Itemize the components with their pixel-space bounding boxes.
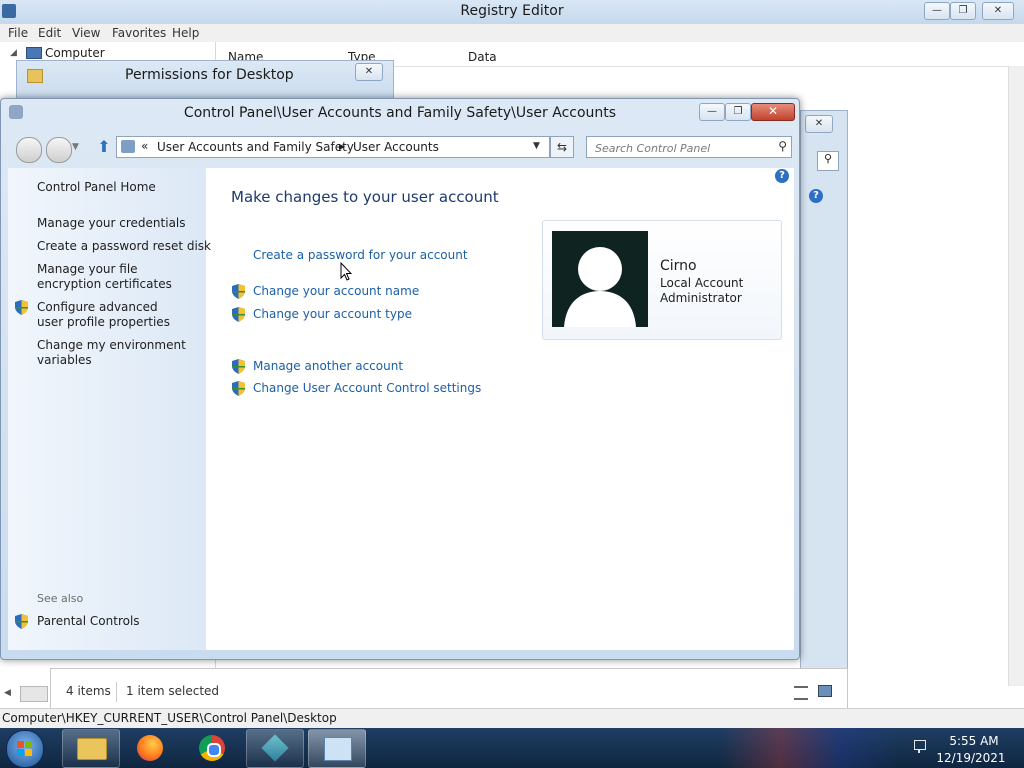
computer-icon <box>26 47 42 59</box>
change-account-name-link[interactable]: Change your account name <box>253 284 419 299</box>
items-count: 4 items <box>66 684 111 698</box>
registry-maximize-button[interactable]: ❐ <box>950 2 976 20</box>
up-arrow-icon[interactable]: ⬆ <box>94 137 114 157</box>
taskbar-registry-editor[interactable] <box>246 729 304 768</box>
clock-date[interactable]: 12/19/2021 <box>936 751 1006 765</box>
parental-controls-link[interactable]: Parental Controls <box>37 614 140 629</box>
taskbar-firefox[interactable] <box>122 729 180 768</box>
refresh-icon[interactable]: ⇆ <box>550 136 574 158</box>
registry-app-icon <box>2 4 16 18</box>
uac-shield-icon <box>232 307 245 322</box>
details-view-icon[interactable] <box>794 686 808 700</box>
taskbar-control-panel[interactable] <box>308 729 366 768</box>
tree-root-computer[interactable]: Computer <box>45 46 105 60</box>
uac-shield-icon <box>232 381 245 396</box>
menu-favorites[interactable]: Favorites <box>112 26 166 40</box>
create-password-link[interactable]: Create a password for your account <box>253 248 468 263</box>
registry-title: Registry Editor <box>460 3 564 19</box>
help-icon[interactable]: ? <box>775 169 789 183</box>
network-icon[interactable] <box>912 738 928 754</box>
registry-vertical-scrollbar[interactable] <box>1008 66 1024 686</box>
menu-view[interactable]: View <box>72 26 100 40</box>
breadcrumb-user-accounts[interactable]: User Accounts <box>353 140 439 154</box>
taskbar-wallpaper-decoration <box>720 728 900 768</box>
search-box[interactable]: ⚲ <box>586 136 792 158</box>
permissions-dialog[interactable]: Permissions for Desktop ✕ <box>16 60 394 102</box>
start-button[interactable] <box>6 730 44 768</box>
page-heading: Make changes to your user account <box>231 188 499 206</box>
uac-shield-icon <box>232 359 245 374</box>
column-data[interactable]: Data <box>468 50 497 64</box>
menu-help[interactable]: Help <box>172 26 199 40</box>
chrome-icon <box>199 735 225 761</box>
registry-cubes-icon <box>261 734 289 762</box>
search-icon[interactable]: ⚲ <box>778 139 787 153</box>
search-input[interactable] <box>593 139 765 157</box>
manage-another-account-link[interactable]: Manage another account <box>253 359 403 374</box>
create-password-reset-disk-link[interactable]: Create a password reset disk <box>37 239 211 254</box>
tree-expand-icon[interactable]: ◢ <box>10 48 17 58</box>
taskbar-file-explorer[interactable] <box>62 729 120 768</box>
horizontal-scrollbar-thumb[interactable] <box>20 686 48 702</box>
forward-button[interactable] <box>46 137 72 163</box>
change-account-type-link[interactable]: Change your account type <box>253 307 412 322</box>
address-bar[interactable]: « User Accounts and Family Safety ▶ User… <box>116 136 550 158</box>
background-explorer-close-button[interactable]: ✕ <box>805 115 833 133</box>
registry-menu-bar: File Edit View Favorites Help <box>0 24 1024 42</box>
user-account-type: Local Account <box>660 276 744 290</box>
control-panel-home-link[interactable]: Control Panel Home <box>37 180 156 195</box>
permissions-dialog-title: Permissions for Desktop <box>125 67 294 83</box>
horizontal-scroll-left-icon[interactable]: ◀ <box>4 688 11 698</box>
registry-close-button[interactable]: ✕ <box>982 2 1014 20</box>
user-role: Administrator <box>660 291 742 305</box>
status-divider <box>116 682 117 702</box>
menu-file[interactable]: File <box>8 26 28 40</box>
see-also-heading: See also <box>37 592 84 605</box>
uac-shield-icon <box>15 614 28 629</box>
control-panel-icon <box>121 140 135 153</box>
registry-title-bar[interactable]: Registry Editor — ❐ ✕ <box>0 0 1024 24</box>
firefox-icon <box>137 735 163 761</box>
breadcrumb-separator-icon[interactable]: ▶ <box>339 142 345 151</box>
change-environment-variables-link[interactable]: Change my environment variables <box>37 338 187 368</box>
minimize-button[interactable]: — <box>699 103 725 121</box>
uac-shield-icon <box>15 300 28 315</box>
manage-file-encryption-link[interactable]: Manage your file encryption certificates <box>37 262 197 292</box>
control-panel-icon <box>324 737 352 761</box>
permissions-close-button[interactable]: ✕ <box>355 63 383 81</box>
configure-advanced-profile-link[interactable]: Configure advanced user profile properti… <box>37 300 187 330</box>
background-help-icon[interactable]: ? <box>809 189 823 203</box>
large-icons-view-icon[interactable] <box>818 685 832 697</box>
registry-minimize-button[interactable]: — <box>924 2 950 20</box>
user-name: Cirno <box>660 258 697 274</box>
background-search-icon[interactable]: ⚲ <box>817 151 839 171</box>
change-uac-settings-link[interactable]: Change User Account Control settings <box>253 381 481 396</box>
user-silhouette-icon <box>564 247 636 327</box>
taskbar-chrome[interactable] <box>184 729 242 768</box>
folder-icon <box>27 69 43 83</box>
mouse-cursor-icon <box>340 262 352 281</box>
uac-shield-icon <box>232 284 245 299</box>
registry-status-path: Computer\HKEY_CURRENT_USER\Control Panel… <box>2 711 337 725</box>
back-button[interactable] <box>16 137 42 163</box>
address-dropdown-icon[interactable]: ▼ <box>533 141 540 151</box>
breadcrumb-user-accounts-family-safety[interactable]: User Accounts and Family Safety <box>157 140 354 154</box>
menu-edit[interactable]: Edit <box>38 26 61 40</box>
background-explorer-window: ✕ ⚲ ? <box>800 110 848 712</box>
folder-icon <box>77 738 107 760</box>
windows-logo-icon <box>17 741 33 757</box>
clock-time[interactable]: 5:55 AM <box>942 734 1006 748</box>
breadcrumb-overflow-chevron[interactable]: « <box>141 139 148 153</box>
avatar[interactable] <box>552 231 648 327</box>
recent-pages-dropdown-icon[interactable]: ▼ <box>72 142 79 152</box>
control-panel-title: Control Panel\User Accounts and Family S… <box>183 105 617 121</box>
close-button[interactable]: ✕ <box>751 103 795 121</box>
items-selected: 1 item selected <box>126 684 220 698</box>
maximize-button[interactable]: ❐ <box>725 103 751 121</box>
manage-credentials-link[interactable]: Manage your credentials <box>37 216 186 231</box>
